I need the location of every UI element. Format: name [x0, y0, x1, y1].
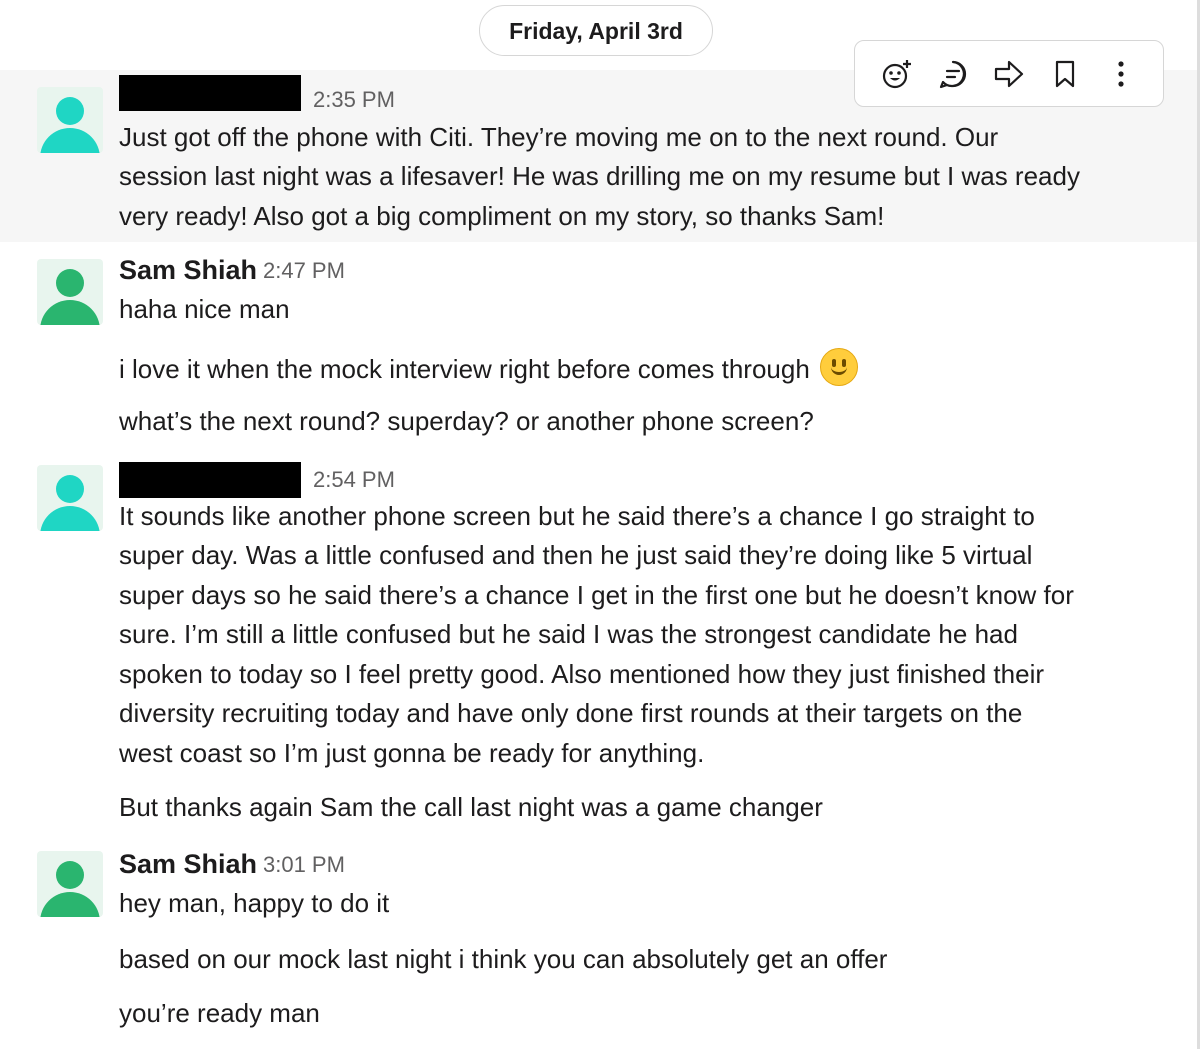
message-line: you’re ready man	[119, 998, 320, 1028]
message-line: hey man, happy to do it	[119, 888, 390, 918]
avatar[interactable]	[37, 465, 103, 531]
sender-name[interactable]: Sam Shiah	[119, 253, 257, 287]
message-line: sure. I’m still a little confused but he…	[119, 619, 1018, 649]
message-line: session last night was a lifesaver! He w…	[119, 161, 1080, 191]
date-divider[interactable]: Friday, April 3rd	[479, 5, 713, 56]
avatar[interactable]	[37, 87, 103, 153]
message[interactable]: Sam Shiah 2:47 PM haha nice man i love i…	[0, 242, 1197, 446]
message[interactable]: 2:54 PM It sounds like another phone scr…	[0, 446, 1197, 836]
avatar[interactable]	[37, 851, 103, 917]
redacted-sender-name	[119, 462, 301, 498]
message-text: i love it when the mock interview right …	[119, 354, 810, 384]
message-line: But thanks again Sam the call last night…	[119, 792, 823, 822]
message-line: what’s the next round? superday? or anot…	[119, 406, 814, 436]
redacted-sender-name	[119, 75, 301, 111]
message-line: very ready! Also got a big compliment on…	[119, 201, 885, 231]
save-bookmark-icon[interactable]	[1045, 54, 1085, 94]
avatar[interactable]	[37, 259, 103, 325]
more-actions-icon[interactable]	[1101, 54, 1141, 94]
avatar-head	[56, 97, 84, 125]
avatar-head	[56, 269, 84, 297]
message-line: spoken to today so I feel pretty good. A…	[119, 659, 1045, 689]
message[interactable]: Sam Shiah 3:01 PM hey man, happy to do i…	[0, 836, 1197, 1049]
add-reaction-icon[interactable]	[877, 54, 917, 94]
reply-in-thread-icon[interactable]	[933, 54, 973, 94]
avatar-body	[40, 506, 100, 531]
avatar-body	[40, 892, 100, 917]
message-line: Just got off the phone with Citi. They’r…	[119, 122, 999, 152]
sender-name[interactable]: Sam Shiah	[119, 847, 257, 881]
message-line: west coast so I’m just gonna be ready fo…	[119, 738, 705, 768]
message-line: diversity recruiting today and have only…	[119, 698, 1023, 728]
message-line: i love it when the mock interview right …	[119, 348, 858, 389]
message-line: It sounds like another phone screen but …	[119, 501, 1035, 531]
avatar-body	[40, 128, 100, 153]
timestamp[interactable]: 3:01 PM	[263, 851, 345, 879]
message-line: super day. Was a little confused and the…	[119, 540, 1033, 570]
timestamp[interactable]: 2:54 PM	[313, 466, 395, 494]
timestamp[interactable]: 2:35 PM	[313, 86, 395, 114]
avatar-head	[56, 861, 84, 889]
avatar-body	[40, 300, 100, 325]
message-line: super days so he said there’s a chance I…	[119, 580, 1074, 610]
message-actions-toolbar	[854, 40, 1164, 107]
share-message-icon[interactable]	[989, 54, 1029, 94]
message-line: based on our mock last night i think you…	[119, 944, 888, 974]
timestamp[interactable]: 2:47 PM	[263, 257, 345, 285]
avatar-head	[56, 475, 84, 503]
slightly-smiling-face-emoji	[819, 348, 858, 386]
message-line: haha nice man	[119, 294, 290, 324]
